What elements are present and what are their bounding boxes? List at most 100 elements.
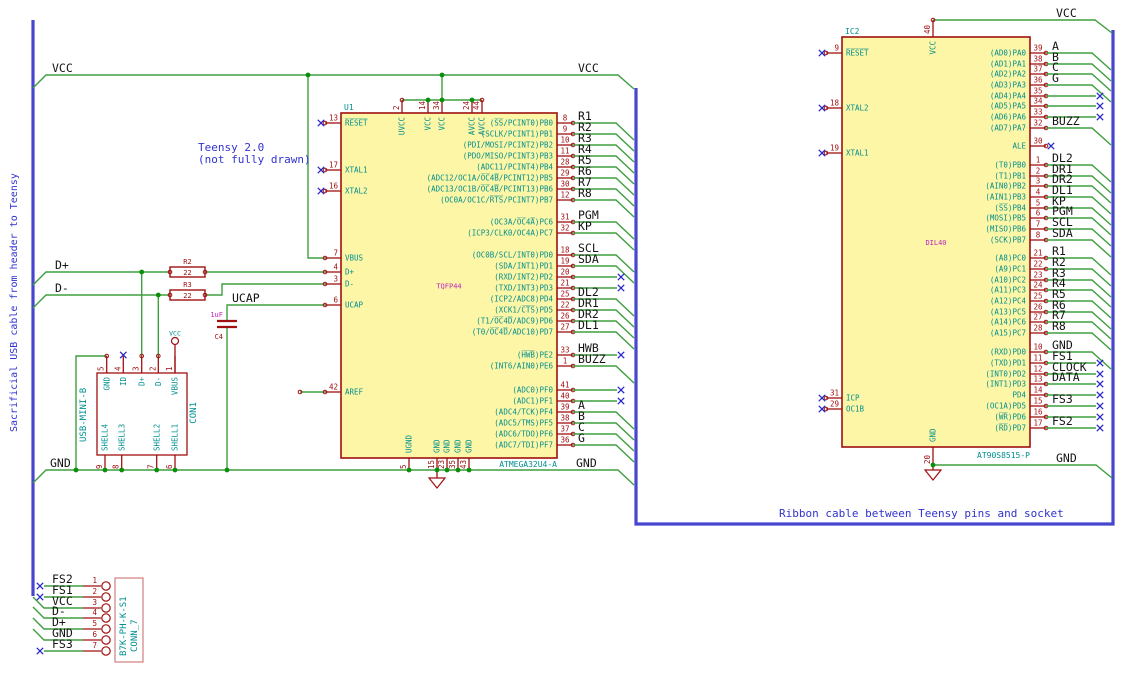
pin-name: SHELL2 [152, 424, 161, 451]
ground-icon [427, 477, 447, 489]
note-sacrificial-usb: Sacrificial USB cable from header to Tee… [9, 173, 20, 432]
pin-number: 26 [560, 312, 570, 321]
pin-name: (ICP3/CLK0/OC4A)PC7 [467, 229, 553, 238]
pin-number: 35 [1033, 87, 1042, 96]
junction-dot [466, 467, 472, 473]
schematic-canvas: U1 ATMEGA32U4-A TQFP44 8 (S̅S̅/PCINT0)PB0 R1 9… [0, 0, 1131, 690]
pin-name: AVCC [468, 117, 477, 135]
pin-name: (AD4)PA4 [990, 92, 1027, 101]
connector-con1-value: USB-MINI-B [79, 388, 89, 442]
pin-number: 23 [437, 460, 446, 469]
pin-number: 5 [399, 464, 408, 469]
net-label: BUZZ [578, 352, 606, 366]
note-teensy-line2: (not fully drawn) [198, 153, 311, 166]
pin-name: AVCC [478, 117, 487, 135]
junction-dot [425, 97, 431, 103]
pin-name: (RXD)PD0 [990, 348, 1027, 357]
pin-number: 35 [448, 460, 457, 469]
wire-to-bus [1046, 127, 1112, 146]
capacitor-c4-value: 1uF [210, 311, 223, 319]
pin-number: 16 [1033, 408, 1043, 417]
capacitor-c4-ref: C4 [215, 333, 223, 341]
pin-name: XTAL2 [345, 187, 368, 196]
pin-name: GND [929, 428, 938, 442]
pin-number: 9 [834, 44, 839, 53]
pin-name: (AD7)PA7 [990, 124, 1026, 133]
net-label: VCC [52, 61, 73, 75]
pin-name: GND [454, 439, 463, 453]
ic-ic2-value: AT90S8515-P [977, 451, 1030, 460]
pin-pad [101, 624, 111, 634]
pin-name: (AD1)PA1 [990, 60, 1026, 69]
pin-number: 10 [560, 136, 570, 145]
pin-name: (A9)PC1 [994, 265, 1026, 274]
pin-number: 18 [830, 99, 840, 108]
pin-name: (SDA/INT1)PD1 [494, 262, 553, 271]
pin-number: 8 [112, 464, 121, 469]
pin-name: D- [345, 280, 354, 289]
junction-dot [73, 467, 79, 473]
note-ribbon-cable: Ribbon cable between Teensy pins and soc… [779, 507, 1064, 520]
net-label: G [578, 431, 585, 445]
net-label: KP [578, 219, 592, 233]
pin-number: 2 [92, 587, 97, 596]
pin-name: (H̅W̅B̅)PE2 [517, 350, 553, 359]
pin-number: 26 [1033, 303, 1043, 312]
pin-number: 5 [1036, 199, 1041, 208]
ground-icon [923, 469, 943, 481]
pin-number: 36 [1033, 76, 1043, 85]
pin-number: 12 [560, 191, 569, 200]
pin-number: 9 [95, 464, 104, 469]
pin-number: 40 [560, 392, 570, 401]
pin-name: (T1/O̅C̅4̅D̅/ADC9)PD6 [476, 316, 553, 325]
pin-number: 18 [560, 246, 570, 255]
wire [32, 74, 635, 90]
pin-name: (ADC11/PCINT4)PB4 [476, 163, 553, 172]
wire-to-bus [1046, 84, 1112, 103]
net-label: VCC [1056, 6, 1077, 20]
pin-name: (S̅S̅/PCINT0)PB0 [490, 118, 554, 127]
pin-number: 21 [1033, 249, 1042, 258]
pin-number: 4 [113, 366, 122, 371]
pin-name: GND [443, 439, 452, 453]
pin-number: 3 [92, 598, 97, 607]
resistor-r3-ref: R3 [183, 281, 191, 289]
junction-dot [439, 72, 445, 78]
wire-to-bus [573, 265, 635, 284]
junction-dot [102, 467, 108, 473]
pin-name: (T0)PB0 [994, 161, 1026, 170]
junction-dot [154, 467, 160, 473]
pin-name: (SCLK/PCINT1)PB1 [481, 130, 553, 139]
pin-name: (ADC5/TMS)PF5 [494, 419, 553, 428]
pin-name: (OC0B/SCL/INT0)PD0 [472, 251, 554, 260]
net-label: D- [55, 281, 69, 295]
net-label: D+ [55, 258, 69, 272]
pin-number: 7 [147, 464, 156, 469]
pin-pad [101, 592, 111, 602]
wire [307, 75, 325, 259]
pin-number: 8 [1036, 231, 1041, 240]
pin-name: (T1)PB1 [994, 172, 1026, 181]
connector-conn7-ref: CONN_7 [130, 619, 140, 652]
pin-number: 20 [560, 268, 570, 277]
pin-name: (AD6)PA6 [990, 113, 1027, 122]
net-label: R8 [1052, 319, 1066, 333]
wire [226, 304, 325, 321]
wire [205, 283, 325, 296]
pin-name: (A8)PC0 [994, 254, 1026, 263]
pin-number: 24 [462, 100, 471, 110]
pin-number: 5 [92, 619, 97, 628]
net-label: DL1 [578, 318, 599, 332]
pin-name: OC1B [846, 405, 865, 414]
junction-dot [930, 462, 936, 468]
pin-name: (INT0)PD2 [985, 370, 1026, 379]
pin-number: 14 [418, 100, 427, 110]
net-label: FS3 [1052, 392, 1073, 406]
pin-number: 17 [329, 161, 338, 170]
pin-number: 25 [560, 290, 569, 299]
pin-name: (SCK)PB7 [990, 236, 1026, 245]
resistor-r2-value: 22 [183, 269, 191, 277]
net-label: UCAP [232, 291, 260, 305]
pin-name: (A12)PC4 [990, 297, 1027, 306]
pin-name: XTAL1 [345, 166, 368, 175]
